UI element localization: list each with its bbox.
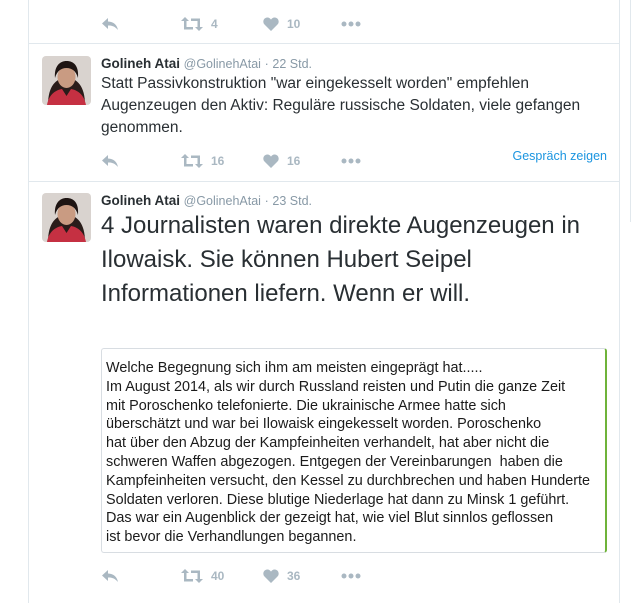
retweet-button[interactable]: 40 <box>181 566 224 586</box>
reply-button[interactable] <box>101 151 119 171</box>
author-handle[interactable]: @GolinehAtai <box>184 194 261 208</box>
reply-icon <box>102 18 118 30</box>
separator-dot: · <box>264 194 269 208</box>
retweet-button[interactable]: 16 <box>181 151 224 171</box>
tweet-actions: 16 16 <box>101 151 401 171</box>
more-icon <box>341 573 361 579</box>
like-button[interactable]: 16 <box>263 151 300 171</box>
retweet-icon <box>181 17 203 31</box>
like-count: 16 <box>287 154 301 168</box>
tweet[interactable]: Golineh Atai @GolinehAtai · 22 Std. Stat… <box>29 44 619 182</box>
reply-button[interactable] <box>101 14 119 34</box>
separator-dot: · <box>264 57 269 71</box>
tweet-actions: 40 36 <box>101 566 401 586</box>
retweet-count: 40 <box>211 569 225 583</box>
retweet-count: 4 <box>211 17 218 31</box>
tweet-timestamp[interactable]: 23 Std. <box>272 194 312 208</box>
tweet-partial[interactable]: 4 10 <box>29 0 619 44</box>
like-button[interactable]: 10 <box>263 14 300 34</box>
retweet-icon <box>181 154 203 168</box>
heart-icon <box>263 154 279 168</box>
tweet-actions: 4 10 <box>101 14 401 34</box>
retweet-icon <box>181 569 203 583</box>
heart-icon <box>263 569 279 583</box>
author-name[interactable]: Golineh Atai <box>101 56 180 71</box>
reply-icon <box>102 570 118 582</box>
more-button[interactable] <box>341 566 361 586</box>
more-button[interactable] <box>341 151 361 171</box>
tweet[interactable]: Golineh Atai @GolinehAtai · 23 Std. 4 Jo… <box>29 182 619 603</box>
retweet-count: 16 <box>211 154 225 168</box>
timeline-right-border <box>619 0 620 603</box>
tweet-timestamp[interactable]: 22 Std. <box>272 57 312 71</box>
avatar[interactable] <box>42 193 91 242</box>
reply-button[interactable] <box>101 566 119 586</box>
retweet-button[interactable]: 4 <box>181 14 218 34</box>
author-name[interactable]: Golineh Atai <box>101 193 180 208</box>
author-handle[interactable]: @GolinehAtai <box>184 57 261 71</box>
attached-image[interactable]: Welche Begegnung sich ihm am meisten ein… <box>101 348 607 553</box>
tweet-header: Golineh Atai @GolinehAtai · 23 Std. <box>101 193 312 208</box>
avatar[interactable] <box>42 56 91 105</box>
more-icon <box>341 21 361 27</box>
tweet-text: Statt Passivkonstruktion "war eingekesse… <box>101 75 581 136</box>
show-conversation-link[interactable]: Gespräch zeigen <box>512 149 607 163</box>
tweet-header: Golineh Atai @GolinehAtai · 22 Std. <box>101 56 312 71</box>
like-count: 36 <box>287 569 301 583</box>
more-button[interactable] <box>341 14 361 34</box>
side-panel-edge <box>630 0 637 222</box>
like-button[interactable]: 36 <box>263 566 300 586</box>
attached-image-text: Welche Begegnung sich ihm am meisten ein… <box>106 360 591 546</box>
heart-icon <box>263 17 279 31</box>
tweet-text: 4 Journalisten waren direkte Augenzeugen… <box>101 212 580 307</box>
reply-icon <box>102 155 118 167</box>
more-icon <box>341 158 361 164</box>
like-count: 10 <box>287 17 301 31</box>
